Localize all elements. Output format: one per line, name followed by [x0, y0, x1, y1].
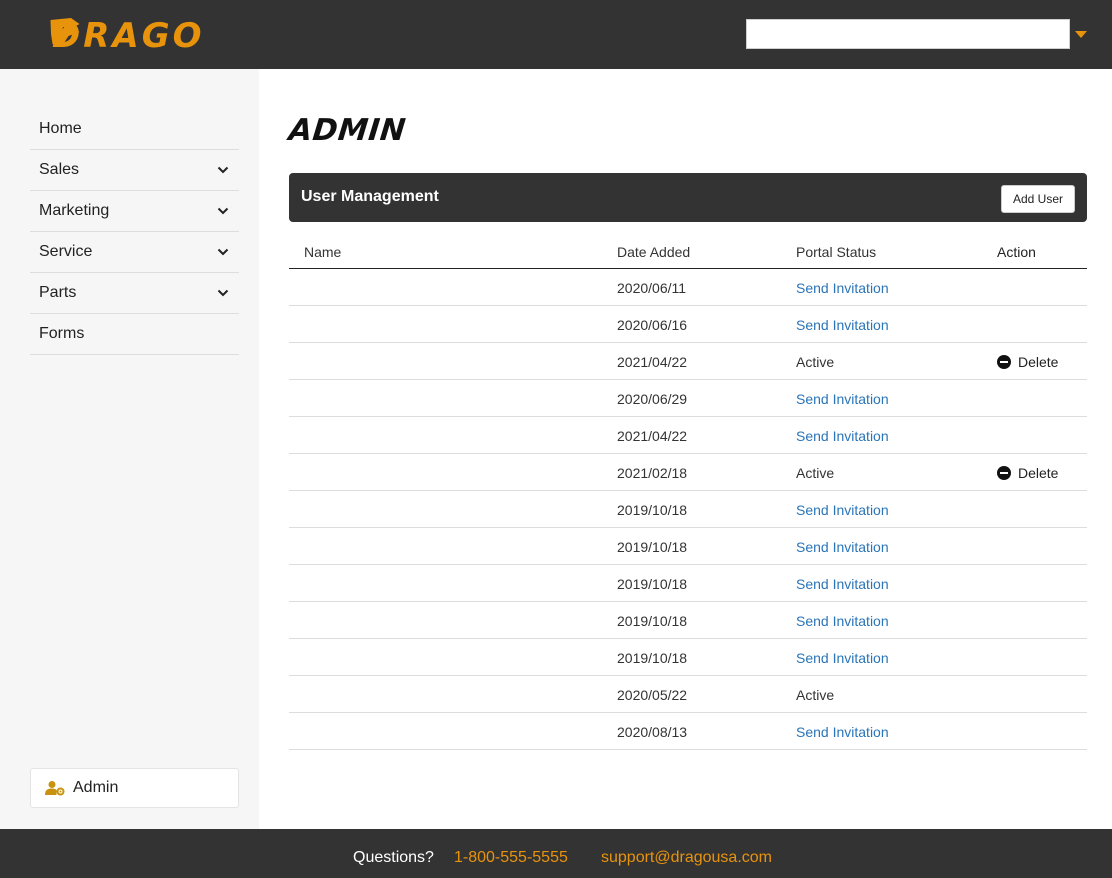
delete-user-button[interactable]: Delete	[997, 465, 1058, 481]
sidebar: Home Sales Marketing Service Parts Forms Admi…	[0, 69, 259, 829]
column-header-name[interactable]: Name	[304, 244, 341, 260]
logo-text: DRAGO	[52, 16, 205, 52]
user-gear-icon	[45, 781, 65, 796]
column-header-date-added[interactable]: Date Added	[617, 244, 690, 260]
cell-date-added: 2019/10/18	[617, 539, 688, 555]
table-row: 2019/10/18 Send Invitation	[289, 602, 1087, 639]
send-invitation-link[interactable]: Send Invitation	[796, 317, 889, 333]
user-management-header: User Management Add User	[289, 173, 1087, 222]
footer-phone-link[interactable]: 1-800-555-5555	[454, 849, 568, 867]
send-invitation-link[interactable]: Send Invitation	[796, 391, 889, 407]
cell-date-added: 2020/08/13	[617, 724, 688, 740]
sidebar-admin-button[interactable]: Admin	[30, 768, 239, 808]
cell-date-added: 2020/06/29	[617, 391, 688, 407]
status-active: Active	[796, 354, 835, 370]
top-bar: DRAGO	[0, 0, 1112, 69]
status-active: Active	[796, 465, 835, 481]
cell-date-added: 2021/02/18	[617, 465, 688, 481]
minus-circle-icon	[997, 355, 1011, 369]
chevron-down-icon[interactable]	[217, 246, 229, 258]
footer-questions: Questions?	[353, 849, 434, 866]
sidebar-item-marketing[interactable]: Marketing	[30, 191, 239, 232]
delete-label: Delete	[1018, 465, 1059, 481]
minus-circle-icon	[997, 466, 1011, 480]
send-invitation-link[interactable]: Send Invitation	[796, 724, 889, 740]
cell-date-added: 2020/06/11	[617, 280, 687, 296]
send-invitation-link[interactable]: Send Invitation	[796, 576, 889, 592]
status-active: Active	[796, 687, 835, 703]
sidebar-item-label: Parts	[39, 284, 77, 301]
sidebar-item-label: Home	[39, 120, 82, 137]
sidebar-item-label: Marketing	[39, 202, 110, 219]
table-header: Name Date Added Portal Status Action	[289, 234, 1087, 269]
table-row: 2020/05/22 Active	[289, 676, 1087, 713]
table-row: 2019/10/18 Send Invitation	[289, 565, 1087, 602]
send-invitation-link[interactable]: Send Invitation	[796, 428, 889, 444]
table-row: 2019/10/18 Send Invitation	[289, 491, 1087, 528]
sidebar-item-service[interactable]: Service	[30, 232, 239, 273]
table-row: 2020/06/29 Send Invitation	[289, 380, 1087, 417]
page-title: ADMIN	[287, 113, 408, 148]
table-row: 2019/10/18 Send Invitation	[289, 528, 1087, 565]
table-row: 2021/04/22 Send Invitation	[289, 417, 1087, 454]
chevron-down-icon[interactable]	[217, 287, 229, 299]
footer: Questions? 1-800-555-5555 support@dragou…	[0, 829, 1112, 878]
table-row: 2020/08/13 Send Invitation	[289, 713, 1087, 750]
cell-date-added: 2019/10/18	[617, 613, 688, 629]
cell-date-added: 2020/05/22	[617, 687, 688, 703]
panel-title: User Management	[301, 188, 439, 205]
delete-user-button[interactable]: Delete	[997, 354, 1058, 370]
add-user-button[interactable]: Add User	[1001, 185, 1075, 213]
table-row: 2021/02/18 Active Delete	[289, 454, 1087, 491]
chevron-down-icon[interactable]	[217, 205, 229, 217]
sidebar-item-sales[interactable]: Sales	[30, 150, 239, 191]
send-invitation-link[interactable]: Send Invitation	[796, 280, 889, 296]
users-table: Name Date Added Portal Status Action 202…	[289, 234, 1087, 750]
table-row: 2020/06/11 Send Invitation	[289, 269, 1087, 306]
send-invitation-link[interactable]: Send Invitation	[796, 539, 889, 555]
table-row: 2019/10/18 Send Invitation	[289, 639, 1087, 676]
admin-label: Admin	[73, 779, 119, 796]
cell-date-added: 2021/04/22	[617, 428, 688, 444]
cell-date-added: 2019/10/18	[617, 502, 688, 518]
sidebar-item-home[interactable]: Home	[30, 109, 239, 150]
cell-date-added: 2019/10/18	[617, 650, 688, 666]
chevron-down-icon[interactable]	[217, 164, 229, 176]
sidebar-item-label: Service	[39, 243, 93, 260]
drago-logo[interactable]: DRAGO	[30, 14, 240, 52]
table-row: 2020/06/16 Send Invitation	[289, 306, 1087, 343]
cell-date-added: 2019/10/18	[617, 576, 688, 592]
footer-email-link[interactable]: support@dragousa.com	[601, 849, 772, 867]
dealer-select[interactable]	[746, 19, 1070, 49]
cell-date-added: 2020/06/16	[617, 317, 688, 333]
sidebar-item-parts[interactable]: Parts	[30, 273, 239, 314]
cell-date-added: 2021/04/22	[617, 354, 688, 370]
send-invitation-link[interactable]: Send Invitation	[796, 502, 889, 518]
table-body: 2020/06/11 Send Invitation 2020/06/16 Send …	[289, 269, 1087, 750]
column-header-action: Action	[997, 244, 1036, 260]
sidebar-item-forms[interactable]: Forms	[30, 314, 239, 355]
table-row: 2021/04/22 Active Delete	[289, 343, 1087, 380]
column-header-portal-status[interactable]: Portal Status	[796, 244, 876, 260]
sidebar-nav: Home Sales Marketing Service Parts Forms	[30, 109, 239, 355]
send-invitation-link[interactable]: Send Invitation	[796, 613, 889, 629]
sidebar-item-label: Sales	[39, 161, 80, 178]
sidebar-item-label: Forms	[39, 325, 85, 342]
caret-down-icon[interactable]	[1075, 31, 1087, 38]
delete-label: Delete	[1018, 354, 1059, 370]
send-invitation-link[interactable]: Send Invitation	[796, 650, 889, 666]
